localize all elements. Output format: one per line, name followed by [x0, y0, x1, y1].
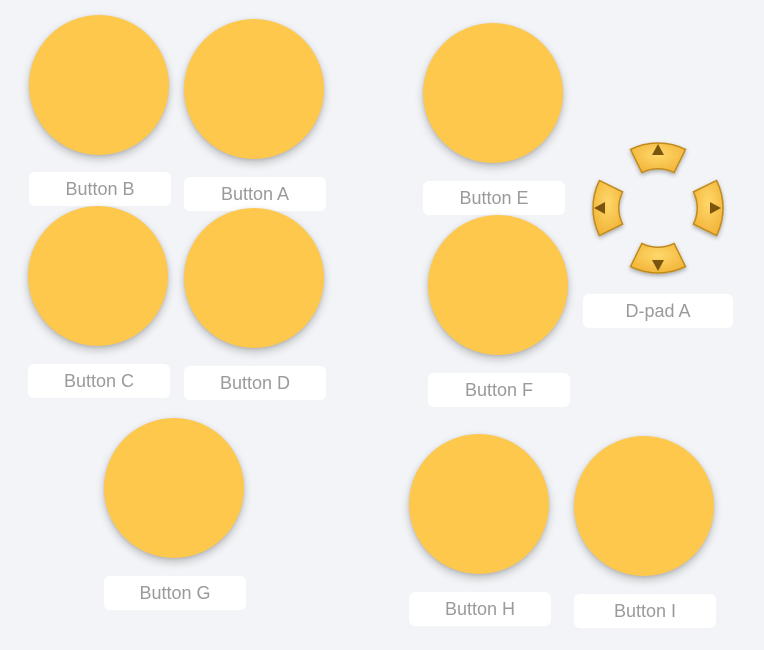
- button-f-label: Button F: [428, 373, 570, 407]
- dpad-graphic: [592, 142, 724, 274]
- button-c-label: Button C: [28, 364, 170, 398]
- button-g[interactable]: [104, 418, 244, 558]
- button-i-label: Button I: [574, 594, 716, 628]
- button-b-label: Button B: [29, 172, 171, 206]
- button-c[interactable]: [28, 206, 168, 346]
- button-h-label: Button H: [409, 592, 551, 626]
- button-h[interactable]: [409, 434, 549, 574]
- button-d-label: Button D: [184, 366, 326, 400]
- button-d[interactable]: [184, 208, 324, 348]
- button-e-label: Button E: [423, 181, 565, 215]
- button-g-label: Button G: [104, 576, 246, 610]
- button-e[interactable]: [423, 23, 563, 163]
- button-i[interactable]: [574, 436, 714, 576]
- dpad-a-label: D-pad A: [583, 294, 733, 328]
- button-b[interactable]: [29, 15, 169, 155]
- button-f[interactable]: [428, 215, 568, 355]
- button-a[interactable]: [184, 19, 324, 159]
- dpad-a[interactable]: [584, 134, 732, 282]
- button-a-label: Button A: [184, 177, 326, 211]
